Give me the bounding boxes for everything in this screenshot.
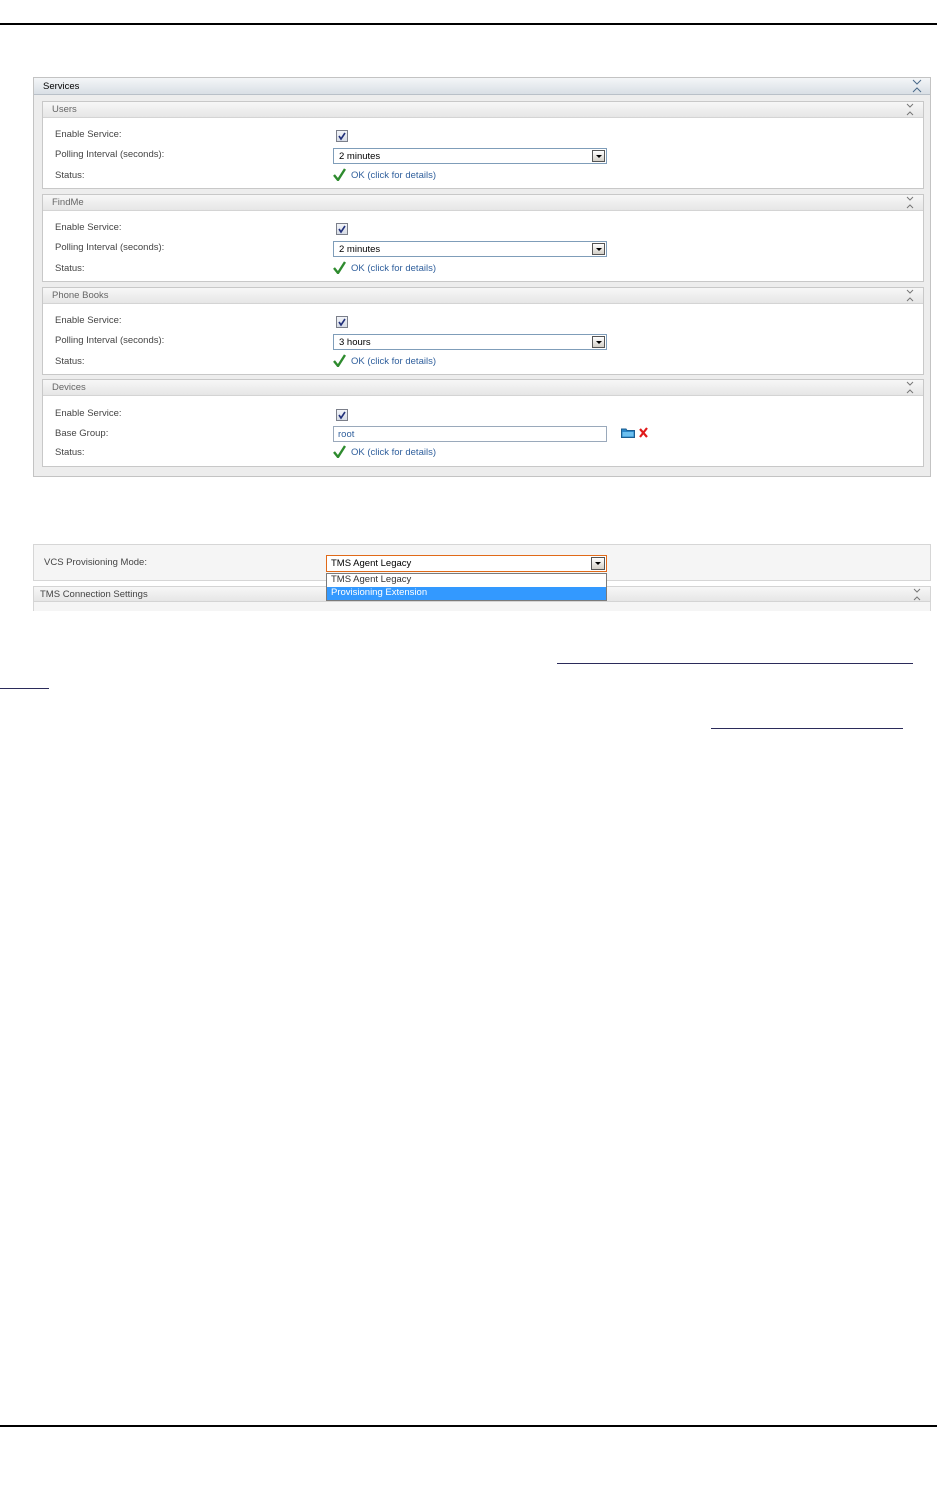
findme-polling-interval-select[interactable]: 2 minutes	[333, 241, 607, 257]
collapse-chevrons-icon[interactable]	[905, 196, 915, 209]
collapse-chevrons-icon[interactable]	[905, 381, 915, 394]
findme-section-header[interactable]: FindMe	[43, 195, 923, 211]
phone-books-section-header[interactable]: Phone Books	[43, 288, 923, 304]
chevron-down-icon[interactable]	[592, 150, 605, 162]
services-panel: Services Users Enable Service: Polling I…	[33, 77, 931, 477]
polling-interval-label: Polling Interval (seconds):	[55, 242, 165, 253]
chevron-down-icon[interactable]	[591, 557, 605, 570]
base-group-label: Base Group:	[55, 428, 109, 439]
services-header[interactable]: Services	[34, 78, 930, 95]
status-label: Status:	[55, 170, 85, 181]
devices-enable-checkbox[interactable]	[336, 409, 348, 421]
collapse-chevrons-icon[interactable]	[912, 588, 922, 601]
status-label: Status:	[55, 263, 85, 274]
checkmark-icon	[338, 225, 346, 234]
chevron-down-icon[interactable]	[592, 243, 605, 255]
enable-service-label: Enable Service:	[55, 408, 122, 419]
checkmark-icon	[333, 261, 346, 274]
users-polling-interval-select[interactable]: 2 minutes	[333, 148, 607, 164]
collapse-chevrons-icon[interactable]	[912, 79, 922, 93]
chevron-down-icon[interactable]	[592, 336, 605, 348]
vcs-provisioning-mode-label: VCS Provisioning Mode:	[44, 557, 147, 568]
select-value: 2 minutes	[339, 151, 381, 162]
link-underline	[711, 728, 903, 729]
tms-connection-settings-title: TMS Connection Settings	[40, 589, 148, 600]
users-section: Users Enable Service: Polling Interval (…	[42, 101, 924, 189]
select-value: TMS Agent Legacy	[331, 558, 412, 569]
status-label: Status:	[55, 447, 85, 458]
enable-service-label: Enable Service:	[55, 315, 122, 326]
services-title: Services	[43, 81, 80, 92]
option-provisioning-extension[interactable]: Provisioning Extension	[327, 587, 606, 600]
users-enable-checkbox[interactable]	[336, 130, 348, 142]
polling-interval-label: Polling Interval (seconds):	[55, 335, 165, 346]
base-group-input[interactable]: root	[333, 426, 607, 442]
findme-enable-checkbox[interactable]	[336, 223, 348, 235]
checkmark-icon	[333, 354, 346, 367]
status-text: OK (click for details)	[351, 263, 436, 274]
tms-connection-settings-body	[33, 602, 931, 611]
select-value: 3 hours	[339, 337, 371, 348]
collapse-chevrons-icon[interactable]	[905, 289, 915, 302]
link-underline	[0, 688, 49, 689]
phone-books-enable-checkbox[interactable]	[336, 316, 348, 328]
section-title: Users	[52, 104, 77, 115]
folder-icon[interactable]	[621, 427, 635, 438]
status-text: OK (click for details)	[351, 356, 436, 367]
checkmark-icon	[333, 445, 346, 458]
phone-books-polling-interval-select[interactable]: 3 hours	[333, 334, 607, 350]
enable-service-label: Enable Service:	[55, 222, 122, 233]
select-value: 2 minutes	[339, 244, 381, 255]
header-rule	[0, 23, 937, 25]
checkmark-icon	[333, 168, 346, 181]
link-underline	[557, 663, 913, 664]
devices-section-header[interactable]: Devices	[43, 380, 923, 396]
base-group-value: root	[338, 429, 355, 440]
status-text: OK (click for details)	[351, 170, 436, 181]
vcs-provisioning-mode-select[interactable]: TMS Agent Legacy	[326, 555, 607, 572]
status-label: Status:	[55, 356, 85, 367]
devices-section: Devices Enable Service: Base Group: root…	[42, 379, 924, 467]
section-title: FindMe	[52, 197, 84, 208]
phone-books-section: Phone Books Enable Service: Polling Inte…	[42, 287, 924, 375]
clear-x-icon[interactable]	[638, 427, 649, 438]
footer-rule	[0, 1425, 937, 1427]
provisioning-mode-options: TMS Agent Legacy Provisioning Extension	[326, 573, 607, 601]
option-tms-agent-legacy[interactable]: TMS Agent Legacy	[327, 574, 606, 587]
checkmark-icon	[338, 411, 346, 420]
checkmark-icon	[338, 318, 346, 327]
findme-section: FindMe Enable Service: Polling Interval …	[42, 194, 924, 282]
polling-interval-label: Polling Interval (seconds):	[55, 149, 165, 160]
section-title: Devices	[52, 382, 86, 393]
collapse-chevrons-icon[interactable]	[905, 103, 915, 116]
checkmark-icon	[338, 132, 346, 141]
users-section-header[interactable]: Users	[43, 102, 923, 118]
enable-service-label: Enable Service:	[55, 129, 122, 140]
status-text: OK (click for details)	[351, 447, 436, 458]
section-title: Phone Books	[52, 290, 109, 301]
